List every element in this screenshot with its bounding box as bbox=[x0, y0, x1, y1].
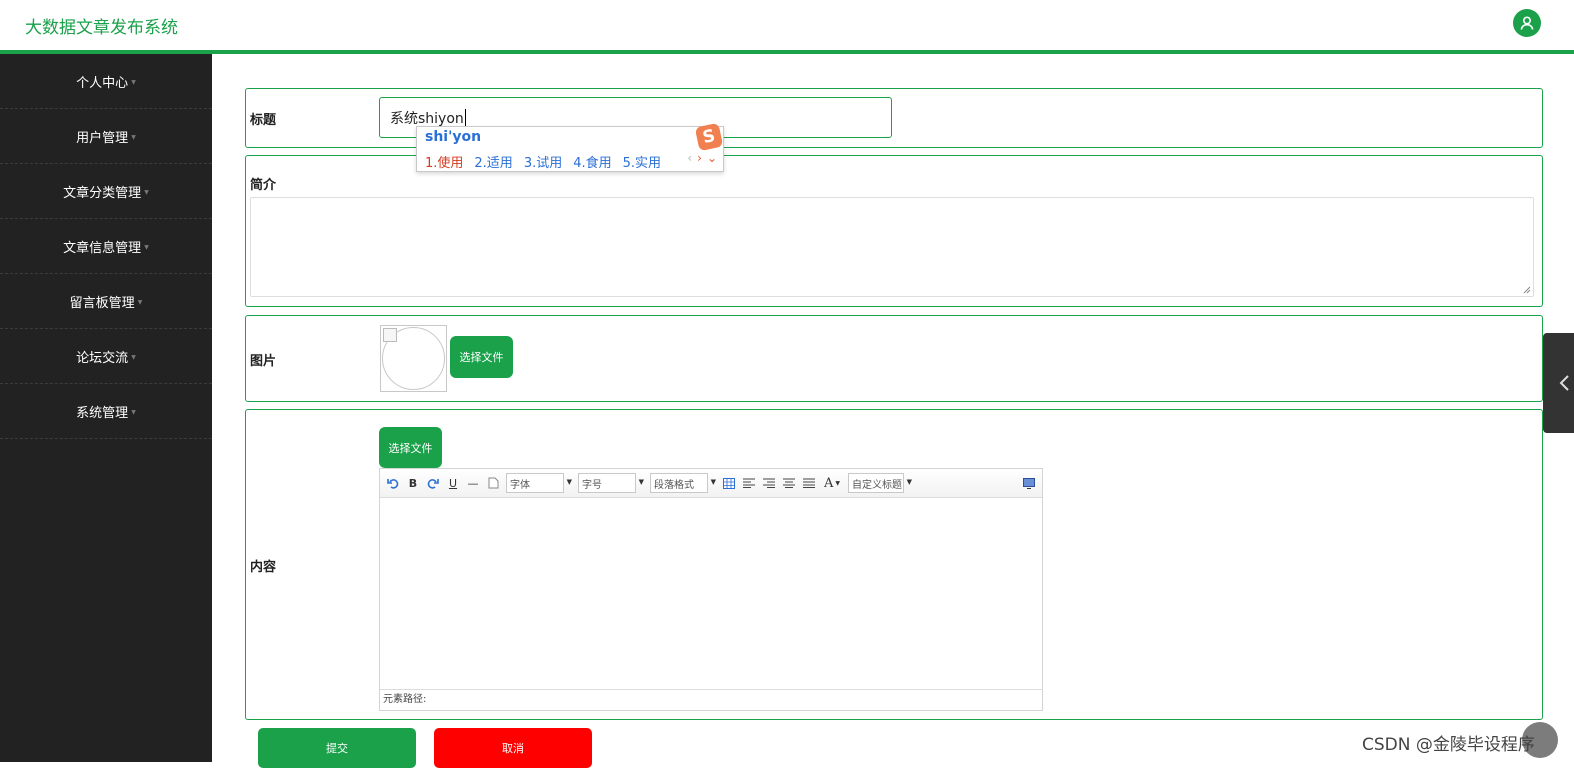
bold-icon[interactable]: B bbox=[406, 476, 420, 490]
sidebar-item-label: 个人中心 bbox=[76, 75, 129, 91]
cancel-button[interactable]: 取消 bbox=[434, 728, 592, 768]
font-size-select-value: 字号 bbox=[582, 479, 602, 491]
broken-image-icon bbox=[383, 328, 397, 342]
sidebar-item-label: 用户管理 bbox=[76, 130, 129, 146]
app-title: 大数据文章发布系统 bbox=[25, 18, 178, 38]
font-family-select[interactable]: 字体 ▼ bbox=[506, 473, 572, 493]
title-label: 标题 bbox=[250, 113, 277, 128]
ime-candidate[interactable]: 5.实用 bbox=[623, 152, 661, 171]
editor-content-area[interactable] bbox=[380, 498, 1042, 689]
ime-candidate[interactable]: 4.食用 bbox=[573, 152, 611, 171]
dropdown-arrow-icon: ▼ bbox=[835, 479, 840, 487]
sidebar-item-personal-center[interactable]: 个人中心 ▼ bbox=[0, 54, 212, 109]
editor-element-path: 元素路径: bbox=[380, 689, 1042, 710]
sidebar-item-message-board[interactable]: 留言板管理 ▼ bbox=[0, 274, 212, 329]
intro-row: 简介 bbox=[245, 155, 1543, 307]
caret-down-icon: ▼ bbox=[144, 243, 149, 251]
ime-nav: ‹ › ⌄ bbox=[687, 151, 717, 165]
ime-pinyin: shi'yon bbox=[425, 129, 482, 145]
sidebar-item-label: 文章信息管理 bbox=[63, 240, 142, 256]
intro-label: 简介 bbox=[250, 178, 277, 193]
paragraph-format-select-value: 段落格式 bbox=[654, 479, 694, 491]
sidebar: 个人中心 ▼ 用户管理 ▼ 文章分类管理 ▼ 文章信息管理 ▼ 留言板管理 ▼ 论坛交流 ▼… bbox=[0, 54, 212, 762]
editor-toolbar: B U — 字体 ▼ 字号 ▼ 段落格式 ▼ A ▼ 自定义标题 ▼ bbox=[380, 469, 1042, 498]
align-justify-icon[interactable] bbox=[802, 476, 816, 490]
sidebar-item-system-management[interactable]: 系统管理 ▼ bbox=[0, 384, 212, 439]
ime-candidates: 1.使用 2.适用 3.试用 4.食用 5.实用 bbox=[425, 152, 661, 171]
image-row: 图片 选择文件 bbox=[245, 315, 1543, 402]
chevron-left-icon bbox=[1559, 375, 1569, 391]
resize-handle-icon[interactable] bbox=[1523, 286, 1531, 294]
preview-icon[interactable] bbox=[1022, 476, 1036, 490]
chevron-right-icon[interactable]: › bbox=[697, 151, 702, 165]
user-icon bbox=[1520, 16, 1534, 30]
image-label: 图片 bbox=[250, 354, 277, 369]
dropdown-arrow-icon: ▼ bbox=[710, 478, 716, 486]
sidebar-item-label: 文章分类管理 bbox=[63, 185, 142, 201]
caret-down-icon: ▼ bbox=[131, 133, 136, 141]
content-label: 内容 bbox=[250, 560, 277, 575]
content-row: 内容 选择文件 B U — 字体 ▼ 字号 ▼ 段落格式 ▼ A ▼ 自定义标题… bbox=[245, 409, 1543, 720]
sidebar-item-category-management[interactable]: 文章分类管理 ▼ bbox=[0, 164, 212, 219]
document-icon[interactable] bbox=[486, 476, 500, 490]
user-avatar[interactable] bbox=[1513, 9, 1541, 37]
dropdown-arrow-icon: ▼ bbox=[638, 478, 644, 486]
paragraph-format-select[interactable]: 段落格式 ▼ bbox=[650, 473, 716, 493]
image-preview bbox=[380, 325, 447, 392]
caret-down-icon: ▼ bbox=[131, 353, 136, 361]
content-choose-file-button[interactable]: 选择文件 bbox=[379, 427, 442, 468]
undo-icon[interactable] bbox=[386, 476, 400, 490]
ime-logo-icon: S bbox=[694, 122, 724, 152]
caret-down-icon: ▼ bbox=[131, 408, 136, 416]
align-left-icon[interactable] bbox=[742, 476, 756, 490]
submit-button[interactable]: 提交 bbox=[258, 728, 416, 768]
redo-icon[interactable] bbox=[426, 476, 440, 490]
chevron-left-icon[interactable]: ‹ bbox=[687, 151, 692, 165]
ime-candidate[interactable]: 3.试用 bbox=[524, 152, 562, 171]
underline-icon[interactable]: U bbox=[446, 476, 460, 490]
font-size-select[interactable]: 字号 ▼ bbox=[578, 473, 644, 493]
header-divider bbox=[0, 50, 1574, 54]
table-icon[interactable] bbox=[722, 476, 736, 490]
image-choose-file-button[interactable]: 选择文件 bbox=[450, 336, 513, 378]
align-center-icon[interactable] bbox=[782, 476, 796, 490]
font-family-select-value: 字体 bbox=[510, 479, 530, 491]
custom-title-select-value: 自定义标题 bbox=[852, 479, 902, 491]
sidebar-item-user-management[interactable]: 用户管理 ▼ bbox=[0, 109, 212, 164]
dropdown-arrow-icon: ▼ bbox=[566, 478, 572, 486]
caret-down-icon: ▼ bbox=[131, 78, 136, 86]
ime-candidate[interactable]: 2.适用 bbox=[474, 152, 512, 171]
sidebar-item-forum[interactable]: 论坛交流 ▼ bbox=[0, 329, 212, 384]
caret-down-icon: ▼ bbox=[137, 298, 143, 306]
rich-text-editor: B U — 字体 ▼ 字号 ▼ 段落格式 ▼ A ▼ 自定义标题 ▼ 元素路径: bbox=[379, 468, 1043, 711]
font-color-icon[interactable]: A ▼ bbox=[822, 475, 842, 491]
intro-textarea[interactable] bbox=[250, 197, 1534, 297]
side-panel-toggle[interactable] bbox=[1543, 333, 1574, 433]
horizontal-rule-icon[interactable]: — bbox=[466, 476, 480, 490]
align-right-icon[interactable] bbox=[762, 476, 776, 490]
watermark: CSDN @金陵毕设程序 bbox=[1362, 735, 1535, 755]
caret-down-icon: ▼ bbox=[144, 188, 149, 196]
font-color-letter: A bbox=[823, 475, 834, 491]
top-bar: 大数据文章发布系统 bbox=[0, 0, 1574, 50]
sidebar-item-label: 留言板管理 bbox=[69, 295, 135, 311]
dropdown-arrow-icon: ▼ bbox=[906, 478, 912, 486]
title-input-value: 系统shiyon bbox=[390, 110, 464, 127]
custom-title-select[interactable]: 自定义标题 ▼ bbox=[848, 473, 912, 493]
ime-candidate-popup: shi'yon S 1.使用 2.适用 3.试用 4.食用 5.实用 ‹ › ⌄ bbox=[416, 122, 724, 172]
text-cursor bbox=[464, 109, 466, 126]
sidebar-item-label: 论坛交流 bbox=[76, 350, 129, 366]
sidebar-item-label: 系统管理 bbox=[76, 405, 129, 421]
ime-candidate[interactable]: 1.使用 bbox=[425, 152, 463, 171]
chevron-down-icon[interactable]: ⌄ bbox=[707, 151, 717, 165]
sidebar-item-article-management[interactable]: 文章信息管理 ▼ bbox=[0, 219, 212, 274]
